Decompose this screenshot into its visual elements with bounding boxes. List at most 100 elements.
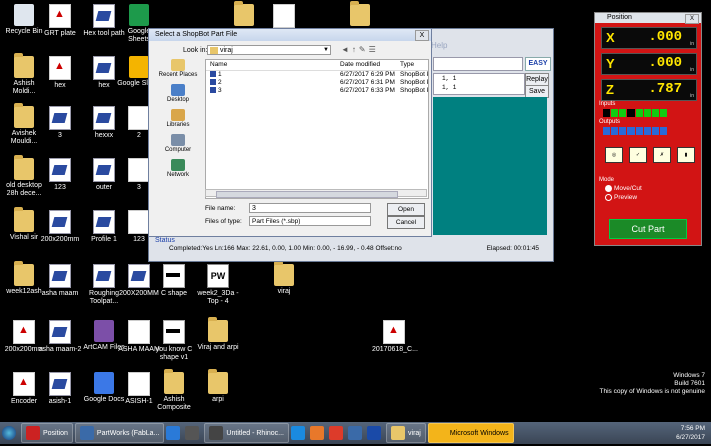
taskbar-item[interactable]: Microsoft Windows xyxy=(427,423,514,443)
desktop-icon[interactable]: 3 xyxy=(38,106,82,140)
watermark-line: This copy of Windows is not genuine xyxy=(599,388,706,395)
zero-tool-icon[interactable]: ◎ xyxy=(605,147,623,163)
sbp-icon xyxy=(49,372,71,396)
taskbar-item[interactable] xyxy=(310,424,327,442)
file-row[interactable]: 2 6/27/2017 6:31 PM ShopBot P xyxy=(206,79,428,87)
taskbar-item[interactable] xyxy=(367,424,384,442)
desktop-icon-label: 3 xyxy=(58,132,62,139)
sbp-file-icon xyxy=(210,71,216,78)
taskbar: Position PartWorks (FabLa... Untitled - Rh… xyxy=(0,422,711,444)
desktop-icon[interactable]: C shape xyxy=(152,264,196,298)
command-input[interactable] xyxy=(433,57,523,71)
cut-part-button[interactable]: Cut Part xyxy=(609,219,687,239)
cancel-button[interactable]: Cancel xyxy=(387,216,425,229)
horizontal-scrollbar[interactable] xyxy=(205,189,427,198)
app-icon xyxy=(329,426,344,440)
desktop-icon[interactable]: asish-1 xyxy=(38,372,82,406)
mode-move-cut-radio[interactable]: Move/Cut xyxy=(605,185,642,192)
file-list[interactable]: Name Date modified Type 1 6/27/2017 6:29 … xyxy=(205,59,429,199)
desktop-icon[interactable]: arpi xyxy=(196,369,240,404)
taskbar-item[interactable]: PartWorks (FabLa... xyxy=(74,423,165,443)
app-icon xyxy=(291,426,306,440)
app-icon xyxy=(310,426,325,440)
desktop-icon[interactable]: Viraj and arpi xyxy=(196,317,240,352)
desktop-icon[interactable]: you know C shape v1 xyxy=(152,320,196,362)
radio-dot xyxy=(605,185,612,192)
xy-zero-icon[interactable]: ✓ xyxy=(629,147,647,163)
spindle-icon[interactable]: ▮ xyxy=(677,147,695,163)
taskbar-item[interactable] xyxy=(291,424,308,442)
z-zero-icon[interactable]: ✗ xyxy=(653,147,671,163)
place-label: Computer xyxy=(164,147,192,153)
taskbar-item[interactable] xyxy=(329,424,346,442)
desktop-icon[interactable] xyxy=(222,1,266,28)
recycle-icon xyxy=(14,4,34,26)
places-bar: Recent Places Desktop Libraries Computer Net… xyxy=(153,59,203,189)
status-title: Status xyxy=(155,237,175,244)
pdf-icon xyxy=(13,320,35,344)
desktop-icon[interactable]: asha maam-2 xyxy=(38,320,82,354)
taskbar-item[interactable]: viraj xyxy=(386,423,426,443)
sbp-icon xyxy=(93,210,115,234)
file-name-input[interactable]: 3 xyxy=(249,203,371,213)
place-icon xyxy=(171,109,185,121)
taskbar-item[interactable] xyxy=(348,424,365,442)
file-type-cell: ShopBot P xyxy=(400,79,428,86)
taskbar-item[interactable] xyxy=(166,424,183,442)
place-item[interactable]: Desktop xyxy=(153,84,203,103)
desktop-icon[interactable]: GRT plate xyxy=(38,4,82,38)
watermark-line: Windows 7 xyxy=(673,372,705,379)
desktop-icon-label: 123 xyxy=(54,184,66,191)
desktop-icon[interactable] xyxy=(262,4,306,30)
column-type[interactable]: Type xyxy=(396,60,428,70)
folder-icon xyxy=(234,1,254,26)
desktop-icon[interactable]: PW week2_3Da - Top - 4 xyxy=(196,264,240,306)
menu-help[interactable]: Help xyxy=(431,41,447,50)
column-name[interactable]: Name xyxy=(206,60,336,70)
doc-icon xyxy=(128,372,150,396)
desktop-icon[interactable]: 20170618_C... xyxy=(372,320,418,354)
column-date[interactable]: Date modified xyxy=(336,60,396,70)
place-item[interactable]: Recent Places xyxy=(153,59,203,78)
mode-label: Mode xyxy=(599,177,615,183)
file-name-text: 1 xyxy=(218,71,222,78)
desktop-icon-label: GRT plate xyxy=(44,30,76,37)
desktop-icon-label: asha maam-2 xyxy=(38,346,82,353)
desktop-icon[interactable]: 123 xyxy=(38,158,82,192)
easy-button[interactable]: EASY xyxy=(525,57,551,71)
desktop-icon[interactable]: 200x200mm xyxy=(38,210,82,244)
desktop-icon[interactable]: viraj xyxy=(262,261,306,296)
open-button[interactable]: Open xyxy=(387,203,425,216)
place-item[interactable]: Libraries xyxy=(153,109,203,128)
code-line: 1, 1 xyxy=(442,75,457,82)
look-in-select[interactable]: viraj ▼ xyxy=(207,45,331,55)
mode-preview-radio[interactable]: Preview xyxy=(605,194,637,201)
file-row[interactable]: 1 6/27/2017 6:29 PM ShopBot P xyxy=(206,71,428,79)
axis-value: .000 xyxy=(648,29,682,45)
desktop-icon[interactable]: asha maam xyxy=(38,264,82,298)
toolbar-icons[interactable]: ◄↑✎☰ xyxy=(341,45,379,54)
taskbar-item[interactable]: Untitled - Rhinoc... xyxy=(204,423,290,443)
sbp-icon xyxy=(128,264,150,288)
doc-icon xyxy=(273,4,295,28)
desktop-icon[interactable]: Ashish Composite xyxy=(152,369,196,412)
taskbar-item[interactable] xyxy=(185,424,202,442)
sbp-icon xyxy=(93,4,115,28)
place-item[interactable]: Computer xyxy=(153,134,203,153)
clock-time: 7:56 PM xyxy=(680,425,705,432)
close-button[interactable]: X xyxy=(415,30,429,41)
start-button[interactable] xyxy=(2,424,19,442)
sbp-file-icon xyxy=(210,79,216,86)
system-tray-clock[interactable]: 7:56 PM 6/27/2017 xyxy=(676,422,705,446)
sbp-icon xyxy=(49,158,71,182)
sbp-icon xyxy=(93,56,115,80)
taskbar-item[interactable]: Position xyxy=(21,423,73,443)
file-row[interactable]: 3 6/27/2017 6:33 PM ShopBot P xyxy=(206,87,428,95)
close-button[interactable]: X xyxy=(685,14,699,24)
place-item[interactable]: Network xyxy=(153,159,203,178)
desktop-icon[interactable]: hex xyxy=(38,56,82,90)
scrollbar-thumb[interactable] xyxy=(216,191,398,198)
axis-unit: in xyxy=(690,93,694,99)
desktop-icon[interactable] xyxy=(338,1,382,28)
file-type-select[interactable]: Part Files (*.sbp) xyxy=(249,216,371,226)
